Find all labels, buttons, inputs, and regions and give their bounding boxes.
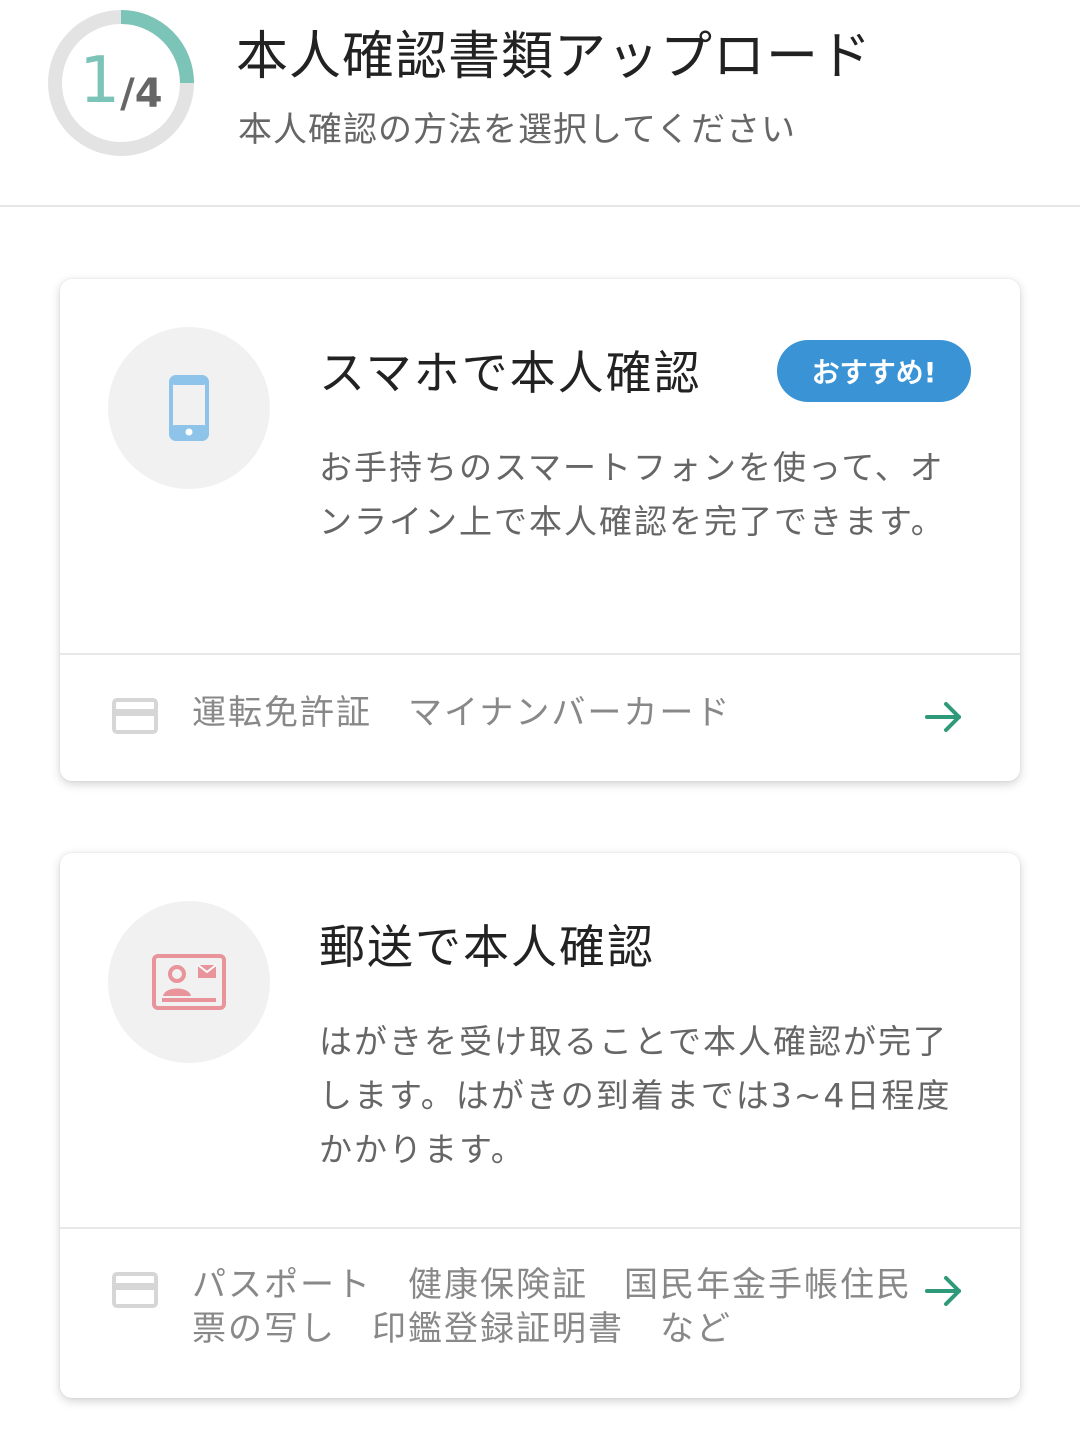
- option-title: 郵送で本人確認: [319, 920, 655, 974]
- option-card-mail[interactable]: 郵送で本人確認 はがきを受け取ることで本人確認が完了します。はがきの到着までは3…: [60, 853, 1020, 1398]
- recommended-badge: おすすめ!: [777, 340, 971, 402]
- step-progress-indicator: 1 /4: [46, 8, 196, 158]
- card-divider: [60, 1227, 1020, 1229]
- id-card-icon: [112, 1272, 158, 1308]
- arrow-right-icon[interactable]: [922, 695, 966, 739]
- progress-current-step: 1: [79, 44, 121, 118]
- option-card-smartphone[interactable]: スマホで本人確認 おすすめ! お手持ちのスマートフォンを使って、オンライン上で本…: [60, 279, 1020, 781]
- smartphone-icon: [169, 375, 209, 441]
- accepted-documents: パスポート 健康保険証 国民年金手帳住民票の写し 印鑑登録証明書 など: [192, 1265, 912, 1349]
- page-title: 本人確認書類アップロード: [236, 27, 873, 87]
- option-description: はがきを受け取ることで本人確認が完了します。はがきの到着までは3~4日程度かかり…: [319, 1022, 952, 1169]
- card-divider: [60, 653, 1020, 655]
- option-description: お手持ちのスマートフォンを使って、オンライン上で本人確認を完了できます。: [319, 448, 946, 541]
- progress-total-steps: /4: [120, 71, 163, 117]
- option-icon-circle: [108, 901, 270, 1063]
- postcard-id-icon: [152, 954, 226, 1010]
- page-header: 1 /4 本人確認書類アップロード 本人確認の方法を選択してください: [0, 0, 1080, 207]
- accepted-documents: 運転免許証 マイナンバーカード: [192, 693, 732, 733]
- id-card-icon: [112, 698, 158, 734]
- arrow-right-icon[interactable]: [922, 1269, 966, 1313]
- option-icon-circle: [108, 327, 270, 489]
- page-subtitle: 本人確認の方法を選択してください: [238, 110, 796, 150]
- option-title: スマホで本人確認: [319, 346, 702, 400]
